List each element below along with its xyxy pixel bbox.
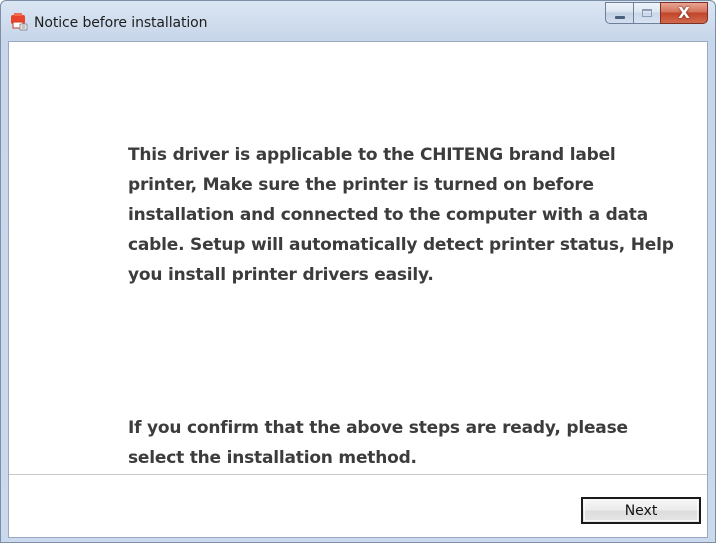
dialog-footer: Next — [9, 475, 707, 537]
maximize-icon — [642, 9, 652, 17]
driver-description: This driver is applicable to the CHITENG… — [128, 145, 674, 285]
window-title: Notice before installation — [34, 15, 208, 31]
notice-content: This driver is applicable to the CHITENG… — [9, 42, 707, 474]
confirm-instruction: If you confirm that the above steps are … — [128, 418, 628, 468]
printer-app-icon — [10, 13, 28, 31]
installer-window: Notice before installation X This driver… — [0, 0, 716, 543]
maximize-button[interactable] — [633, 2, 660, 24]
minimize-button[interactable] — [605, 2, 633, 24]
close-button[interactable]: X — [660, 2, 708, 24]
title-bar[interactable]: Notice before installation X — [1, 1, 715, 41]
caption-buttons: X — [605, 2, 708, 24]
next-button[interactable]: Next — [581, 497, 701, 524]
close-icon: X — [678, 4, 690, 22]
dialog-client-area: This driver is applicable to the CHITENG… — [8, 41, 708, 538]
next-button-label: Next — [624, 502, 658, 519]
minimize-icon — [615, 16, 625, 19]
